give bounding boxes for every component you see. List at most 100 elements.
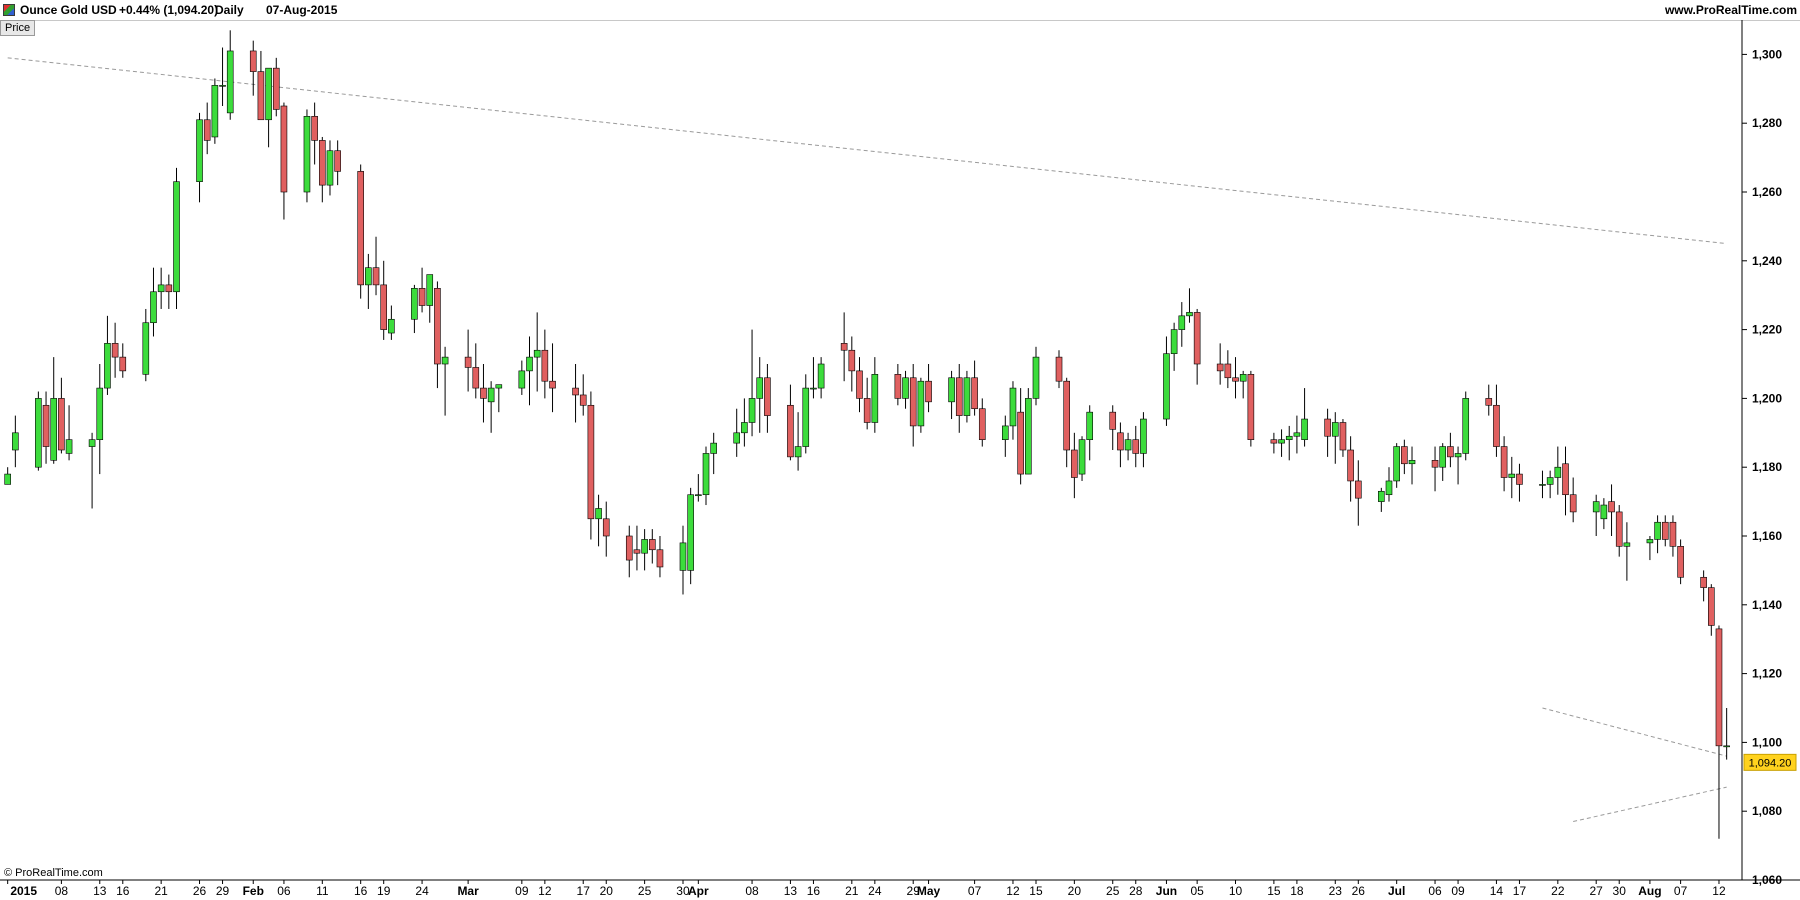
- last-price-label: 1,094.20: [1749, 757, 1792, 769]
- candle-body: [1562, 463, 1569, 496]
- x-tick-label: Jul: [1388, 884, 1405, 898]
- candle-body: [572, 387, 579, 396]
- trendline: [1573, 786, 1727, 823]
- candle-body: [219, 85, 226, 87]
- y-tick-label: 1,180: [1752, 460, 1782, 474]
- candle-body: [303, 116, 311, 193]
- candle-body: [1293, 432, 1301, 437]
- candle-body: [1546, 477, 1554, 485]
- candle-body: [1124, 439, 1132, 451]
- candle-body: [1071, 449, 1078, 478]
- candle-body: [633, 549, 641, 554]
- candle-body: [1462, 398, 1470, 454]
- candle-body: [142, 322, 150, 375]
- x-tick-label: Jun: [1156, 884, 1177, 898]
- x-tick-label: May: [917, 884, 941, 898]
- candle-body: [764, 377, 771, 416]
- candle-body: [1646, 539, 1654, 544]
- candle-body: [104, 343, 111, 389]
- candle-body: [464, 356, 472, 368]
- y-tick-label: 1,200: [1752, 391, 1782, 405]
- x-tick-label: 13: [93, 884, 107, 898]
- candle-body: [1055, 356, 1063, 382]
- candle-body: [35, 398, 42, 468]
- candle-body: [1677, 546, 1684, 578]
- candle-body: [1178, 315, 1186, 330]
- candle-body: [963, 377, 971, 416]
- candle-body: [1339, 422, 1347, 451]
- candle-body: [1447, 446, 1454, 458]
- candle-body: [1393, 446, 1400, 482]
- candle-body: [863, 398, 871, 423]
- candle-body: [1001, 425, 1009, 440]
- candle-body: [787, 404, 794, 458]
- candle-body: [948, 377, 955, 403]
- candle-body: [1708, 587, 1715, 626]
- candle-body: [741, 422, 748, 434]
- candle-body: [203, 119, 211, 141]
- candle-body: [1615, 511, 1623, 547]
- candle-body: [702, 453, 710, 496]
- x-tick-label: 12: [1712, 884, 1726, 898]
- x-tick-label: 26: [1352, 884, 1366, 898]
- candle-body: [871, 374, 879, 423]
- candle-body: [810, 387, 817, 390]
- candle-body: [311, 116, 318, 141]
- candle-body: [65, 439, 73, 454]
- watermark: © ProRealTime.com: [4, 867, 103, 879]
- candle-body: [1623, 542, 1631, 547]
- candle-body: [495, 384, 503, 389]
- candle-body: [1600, 504, 1608, 520]
- candle-body: [902, 377, 909, 399]
- candle-body: [472, 367, 480, 389]
- y-tick-label: 1,280: [1752, 116, 1782, 130]
- candle-body: [1078, 439, 1086, 475]
- candle-body: [1654, 521, 1661, 540]
- trendline: [1542, 707, 1727, 757]
- candle-body: [357, 171, 364, 286]
- candle-body: [817, 363, 825, 389]
- candle-body: [4, 473, 11, 485]
- candle-body: [1485, 398, 1493, 406]
- x-tick-label: 07: [968, 884, 982, 898]
- candle-body: [265, 67, 272, 121]
- candle-body: [955, 377, 963, 416]
- candle-body: [150, 291, 157, 324]
- candle-body: [733, 432, 741, 444]
- candle-body: [1723, 745, 1730, 748]
- x-tick-label: 17: [1513, 884, 1527, 898]
- candle-body: [1592, 501, 1600, 513]
- candle-body: [587, 404, 595, 520]
- candle-body: [1408, 460, 1416, 465]
- y-axis: 1,0601,0801,1001,1201,1401,1601,1801,200…: [1741, 20, 1797, 887]
- candle-body: [1700, 576, 1707, 588]
- candle-body: [518, 370, 526, 389]
- candle-body: [541, 349, 549, 382]
- candle-body: [226, 50, 234, 114]
- x-tick-label: 18: [1290, 884, 1304, 898]
- x-tick-label: Aug: [1638, 884, 1661, 898]
- candle-body: [695, 494, 702, 497]
- x-tick-label: 05: [1190, 884, 1204, 898]
- candle-body: [365, 267, 372, 286]
- x-tick-label: 08: [745, 884, 759, 898]
- candle-body: [111, 343, 119, 358]
- candle-body: [1025, 398, 1032, 475]
- x-tick-label: 29: [216, 884, 230, 898]
- y-tick-label: 1,220: [1752, 323, 1782, 337]
- candle-body: [1508, 473, 1516, 478]
- x-tick-label: 07: [1674, 884, 1688, 898]
- y-tick-label: 1,120: [1752, 667, 1782, 681]
- candle-body: [196, 119, 203, 182]
- candle-body: [894, 374, 902, 399]
- candle-body: [1109, 411, 1117, 430]
- candle-body: [925, 380, 932, 403]
- candle-body: [1186, 312, 1193, 317]
- gold-candlestick-chart[interactable]: 1,0601,0801,1001,1201,1401,1601,1801,200…: [0, 0, 1800, 900]
- candle-body: [319, 140, 326, 186]
- candle-body: [802, 387, 810, 447]
- candle-body: [480, 387, 487, 399]
- candle-body: [12, 432, 19, 451]
- candle-body: [1493, 404, 1500, 447]
- candle-body: [1715, 628, 1723, 747]
